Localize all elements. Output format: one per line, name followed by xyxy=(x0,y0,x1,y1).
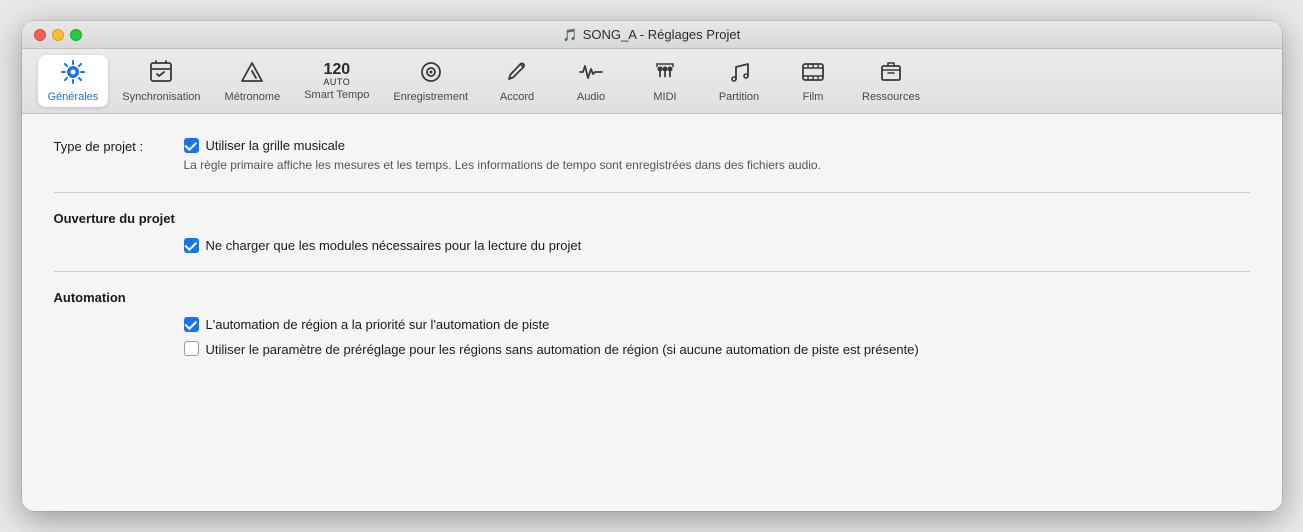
title-icon: 🎵 xyxy=(563,28,578,42)
load-modules-checkbox[interactable] xyxy=(184,238,199,253)
content-area: Type de projet : Utiliser la grille musi… xyxy=(22,114,1282,383)
main-window: 🎵 SONG_A - Réglages Projet Générales xyxy=(22,21,1282,511)
automation-title: Automation xyxy=(54,290,1250,305)
titlebar: 🎵 SONG_A - Réglages Projet xyxy=(22,21,1282,49)
tab-metronome[interactable]: Métronome xyxy=(215,55,291,107)
title-text: SONG_A - Réglages Projet xyxy=(583,27,741,42)
tab-generales[interactable]: Générales xyxy=(38,55,109,107)
musical-grid-description: La règle primaire affiche les mesures et… xyxy=(184,157,821,174)
tab-enregistrement-label: Enregistrement xyxy=(393,91,468,103)
tab-smart-tempo[interactable]: 120 AUTO Smart Tempo xyxy=(294,58,379,105)
wave-icon xyxy=(578,59,604,89)
tab-smart-tempo-label: Smart Tempo xyxy=(304,89,369,101)
record-icon xyxy=(418,59,444,89)
region-automation-row: L'automation de région a la priorité sur… xyxy=(184,317,1250,332)
project-type-content: Utiliser la grille musicale La règle pri… xyxy=(184,138,821,174)
window-title: 🎵 SONG_A - Réglages Projet xyxy=(563,27,740,42)
tab-accord[interactable]: Accord xyxy=(482,55,552,107)
box-icon xyxy=(878,59,904,89)
sync-icon xyxy=(148,59,174,89)
traffic-lights xyxy=(34,29,82,41)
midi-icon xyxy=(652,59,678,89)
load-modules-row: Ne charger que les modules nécessaires p… xyxy=(184,238,1250,253)
close-button[interactable] xyxy=(34,29,46,41)
tab-audio[interactable]: Audio xyxy=(556,55,626,107)
notes-icon xyxy=(726,59,752,89)
region-automation-checkbox[interactable] xyxy=(184,317,199,332)
tab-film[interactable]: Film xyxy=(778,55,848,107)
divider-1 xyxy=(54,192,1250,193)
smart-tempo-icon: 120 AUTO xyxy=(323,62,350,87)
toolbar: Générales Synchronisation xyxy=(22,49,1282,114)
tab-partition[interactable]: Partition xyxy=(704,55,774,107)
use-musical-grid-checkbox[interactable] xyxy=(184,138,199,153)
divider-2 xyxy=(54,271,1250,272)
tab-partition-label: Partition xyxy=(719,91,759,103)
project-type-label: Type de projet : xyxy=(54,138,174,154)
ouverture-title: Ouverture du projet xyxy=(54,211,1250,226)
tab-enregistrement[interactable]: Enregistrement xyxy=(383,55,478,107)
automation-section: Automation L'automation de région a la p… xyxy=(54,290,1250,360)
preset-param-checkbox[interactable] xyxy=(184,341,199,356)
maximize-button[interactable] xyxy=(70,29,82,41)
load-modules-label: Ne charger que les modules nécessaires p… xyxy=(206,238,582,253)
preset-param-row: Utiliser le paramètre de préréglage pour… xyxy=(184,340,1250,360)
pen-icon xyxy=(504,59,530,89)
film-icon xyxy=(800,59,826,89)
tab-generales-label: Générales xyxy=(48,91,99,103)
tab-midi[interactable]: MIDI xyxy=(630,55,700,107)
tab-metronome-label: Métronome xyxy=(225,91,281,103)
tab-midi-label: MIDI xyxy=(653,91,676,103)
tab-accord-label: Accord xyxy=(500,91,534,103)
minimize-button[interactable] xyxy=(52,29,64,41)
tab-ressources[interactable]: Ressources xyxy=(852,55,930,107)
use-musical-grid-row: Utiliser la grille musicale xyxy=(184,138,821,153)
project-type-section: Type de projet : Utiliser la grille musi… xyxy=(54,138,1250,174)
tab-film-label: Film xyxy=(803,91,824,103)
triangle-icon xyxy=(239,59,265,89)
use-musical-grid-label: Utiliser la grille musicale xyxy=(206,138,345,153)
tab-synchronisation-label: Synchronisation xyxy=(122,91,200,103)
gear-icon xyxy=(60,59,86,89)
preset-param-label: Utiliser le paramètre de préréglage pour… xyxy=(206,340,919,360)
tab-synchronisation[interactable]: Synchronisation xyxy=(112,55,210,107)
ouverture-section: Ouverture du projet Ne charger que les m… xyxy=(54,211,1250,253)
tab-audio-label: Audio xyxy=(577,91,605,103)
region-automation-label: L'automation de région a la priorité sur… xyxy=(206,317,550,332)
tab-ressources-label: Ressources xyxy=(862,91,920,103)
